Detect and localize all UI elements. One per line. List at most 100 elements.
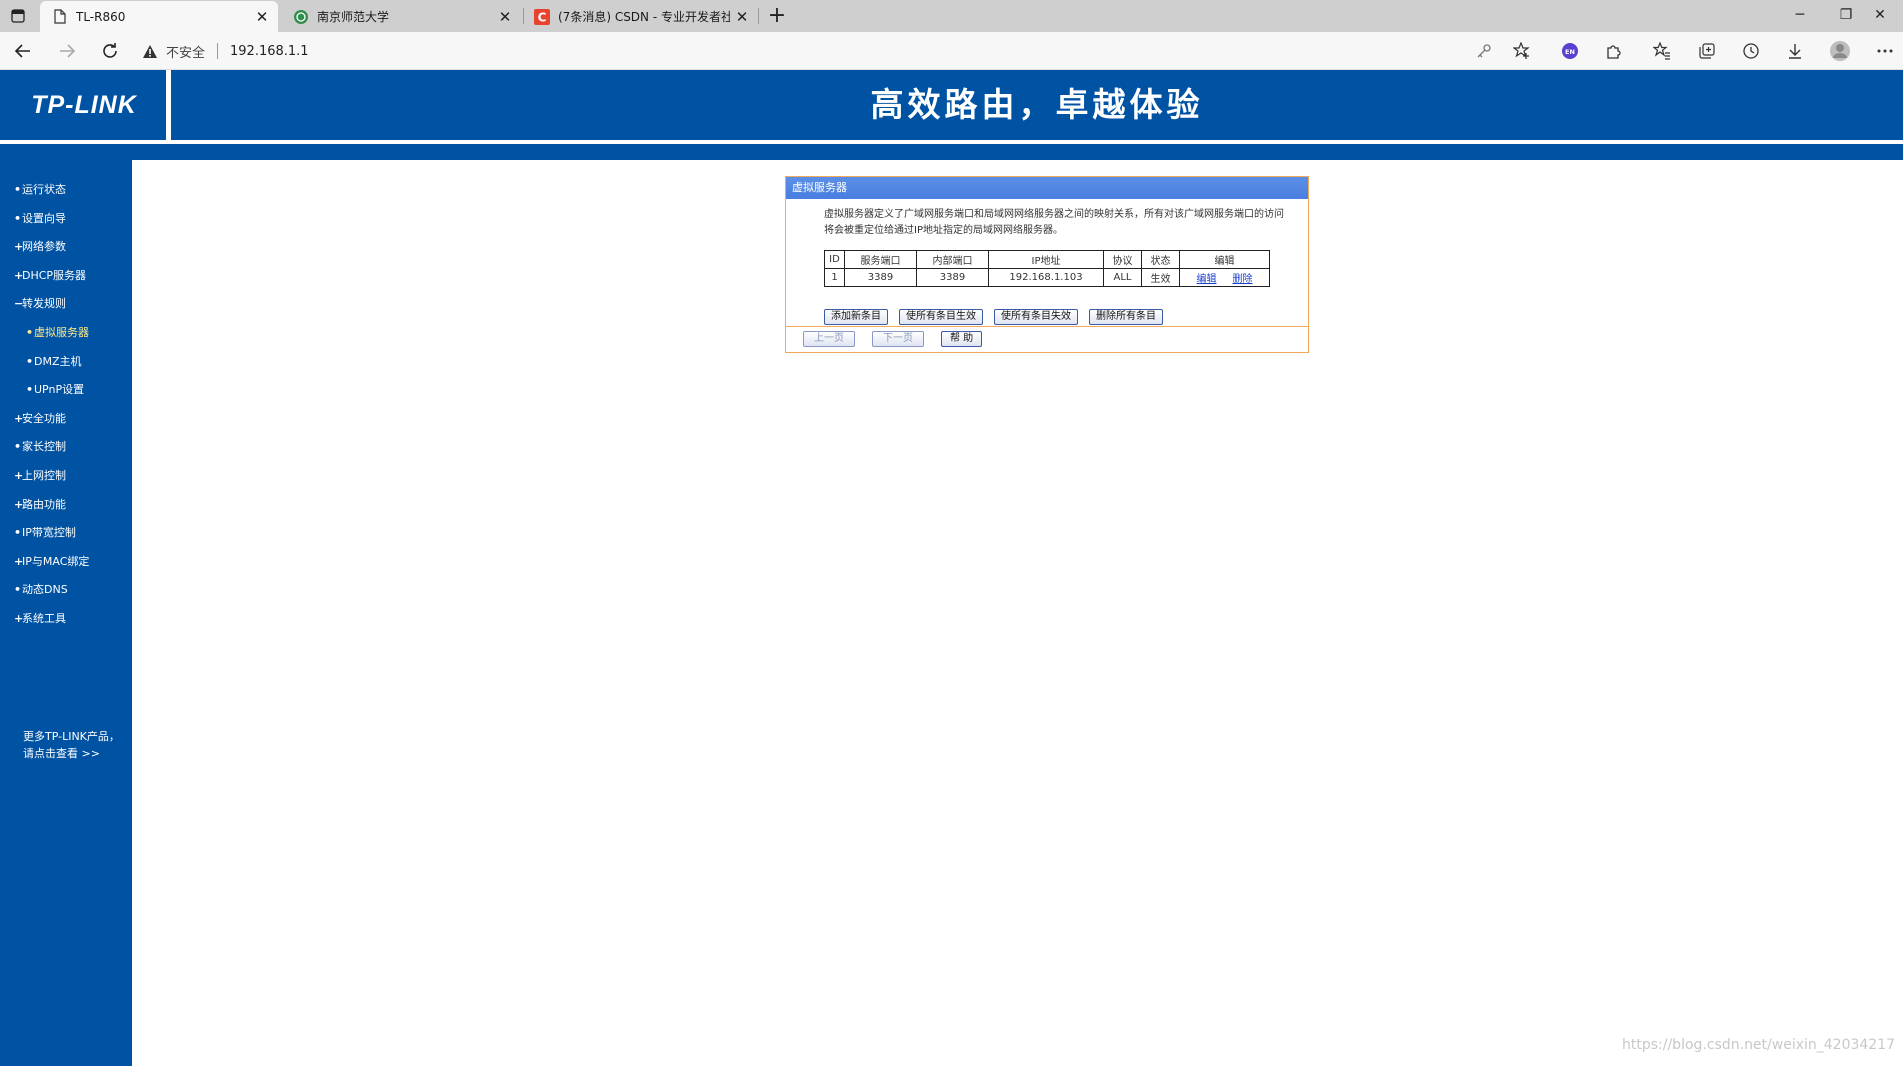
tab-separator (758, 8, 759, 24)
menu-bullet: • (26, 326, 34, 339)
profile-avatar-icon[interactable] (1829, 40, 1851, 62)
menu-bullet: + (14, 269, 24, 282)
sidebar-item[interactable]: •虚拟服务器 (26, 324, 89, 342)
sidebar-menu: •运行状态 •设置向导 +网络参数 +DHCP服务器 −转发规则 •虚拟服务器 •DMZ主机… (0, 160, 132, 1066)
menu-bullet: • (14, 183, 22, 196)
sidebar-item[interactable]: +路由功能 (14, 496, 66, 514)
edit-link[interactable]: 编辑 (1197, 274, 1217, 285)
close-tab-icon[interactable]: ✕ (250, 8, 274, 26)
content-corner (132, 160, 162, 190)
close-tab-icon[interactable]: ✕ (493, 8, 517, 26)
sidebar-item[interactable]: •IP带宽控制 (14, 524, 76, 542)
extensions-icon[interactable] (1603, 40, 1625, 62)
more-products-link[interactable]: 更多TP-LINK产品， 请点击查看 >> (23, 728, 120, 762)
close-tab-icon[interactable]: ✕ (730, 8, 754, 26)
sidebar-item[interactable]: •UPnP设置 (26, 381, 84, 399)
more-products-line1: 更多TP-LINK产品， (23, 730, 120, 743)
svg-text:C: C (538, 10, 547, 24)
tab-actions-icon[interactable] (6, 6, 30, 26)
menu-bullet: • (14, 440, 22, 453)
delete-all-button[interactable]: 删除所有条目 (1089, 309, 1163, 325)
back-icon[interactable] (10, 39, 36, 63)
download-icon[interactable] (1784, 40, 1806, 62)
column-header: ID (824, 250, 845, 269)
column-header: 内部端口 (916, 250, 989, 269)
url-text[interactable]: 192.168.1.1 (230, 44, 309, 59)
panel-footer: 上一页 下一页 帮 助 (786, 326, 1308, 352)
disable-all-button[interactable]: 使所有条目失效 (994, 309, 1078, 325)
sidebar-item[interactable]: +安全功能 (14, 410, 66, 428)
sidebar-item-label: 转发规则 (22, 297, 66, 310)
next-page-button[interactable]: 下一页 (872, 331, 924, 347)
banner-strip (0, 144, 1903, 160)
address-divider (217, 43, 219, 59)
menu-bullet: + (14, 412, 24, 425)
enable-all-button[interactable]: 使所有条目生效 (899, 309, 983, 325)
column-header: 状态 (1141, 250, 1180, 269)
router-admin-page: TP-LINK 高效路由，卓越体验 •运行状态 •设置向导 +网络参数 +DHCP服务… (0, 70, 1903, 1066)
sidebar-item-label: UPnP设置 (34, 383, 85, 396)
header-slogan: 高效路由，卓越体验 (870, 85, 1204, 124)
prev-page-button[interactable]: 上一页 (803, 331, 855, 347)
address-toolbar: 不安全 192.168.1.1 EN (0, 32, 1903, 70)
header-banner: TP-LINK 高效路由，卓越体验 (0, 70, 1903, 140)
warning-icon[interactable] (142, 44, 158, 59)
sidebar-item[interactable]: •动态DNS (14, 581, 68, 599)
panel-title: 虚拟服务器 (786, 177, 1308, 199)
collections-icon[interactable] (1696, 40, 1718, 62)
sidebar-item-label: 设置向导 (22, 212, 66, 225)
cell-ip-address: 192.168.1.103 (988, 268, 1104, 287)
sidebar-item[interactable]: •DMZ主机 (26, 353, 82, 371)
table-header-row: ID 服务端口 内部端口 IP地址 协议 状态 编辑 (824, 250, 1270, 269)
sidebar-item[interactable]: +IP与MAC绑定 (14, 553, 89, 571)
watermark: https://blog.csdn.net/weixin_42034217 (1622, 1037, 1896, 1053)
sidebar-item-label: 运行状态 (22, 183, 66, 196)
sidebar-item-label: 路由功能 (22, 498, 66, 511)
tab-tl-r860[interactable]: TL-R860 ✕ (40, 1, 278, 32)
sidebar-item[interactable]: •设置向导 (14, 210, 66, 228)
forward-icon[interactable] (54, 39, 80, 63)
minimize-icon[interactable]: ─ (1777, 0, 1823, 30)
security-status[interactable]: 不安全 (166, 42, 205, 61)
csdn-icon: C (534, 8, 550, 25)
sidebar-item[interactable]: +DHCP服务器 (14, 267, 86, 285)
column-header: 编辑 (1179, 250, 1270, 269)
menu-bullet: + (14, 555, 24, 568)
sidebar-item[interactable]: +上网控制 (14, 467, 66, 485)
tab-csdn[interactable]: C (7条消息) CSDN - 专业开发者社 ✕ (522, 1, 758, 32)
university-icon (293, 9, 309, 25)
virtual-server-panel: 虚拟服务器 虚拟服务器定义了广域网服务端口和局域网网络服务器之间的映射关系，所有… (785, 176, 1309, 353)
sidebar-item[interactable]: +系统工具 (14, 610, 66, 628)
new-tab-button[interactable]: + (763, 2, 791, 30)
key-icon[interactable] (1473, 40, 1495, 62)
sidebar-item[interactable]: •运行状态 (14, 181, 66, 199)
more-options-icon[interactable] (1874, 40, 1896, 62)
close-window-icon[interactable]: ✕ (1857, 0, 1903, 30)
sidebar-item[interactable]: •家长控制 (14, 438, 66, 456)
tab-title: TL-R860 (76, 9, 126, 24)
reload-icon[interactable] (97, 39, 123, 63)
page-icon (52, 9, 68, 25)
add-favorite-icon[interactable] (1511, 40, 1533, 62)
panel-body: 虚拟服务器定义了广域网服务端口和局域网网络服务器之间的映射关系，所有对该广域网服… (786, 199, 1308, 327)
panel-description: 虚拟服务器定义了广域网服务端口和局域网网络服务器之间的映射关系，所有对该广域网服… (824, 209, 1284, 236)
menu-bullet: − (14, 297, 24, 310)
tp-link-logo: TP-LINK (31, 90, 137, 119)
delete-link[interactable]: 删除 (1233, 274, 1253, 285)
column-header: IP地址 (988, 250, 1104, 269)
cell-internal-port: 3389 (916, 268, 989, 287)
add-entry-button[interactable]: 添加新条目 (824, 309, 888, 325)
cell-protocol: ALL (1103, 268, 1142, 287)
sidebar-item[interactable]: −转发规则 (14, 295, 66, 313)
menu-bullet: • (26, 355, 34, 368)
tab-njnu[interactable]: 南京师范大学 ✕ (281, 1, 521, 32)
sidebar-item[interactable]: +网络参数 (14, 238, 66, 256)
address-bar[interactable]: 不安全 192.168.1.1 (142, 38, 309, 64)
translate-extension-icon[interactable]: EN (1559, 40, 1581, 62)
virtual-server-table: ID 服务端口 内部端口 IP地址 协议 状态 编辑 1 3389 3389 1 (824, 250, 1270, 287)
favorites-icon[interactable] (1651, 40, 1673, 62)
history-icon[interactable] (1740, 40, 1762, 62)
cell-edit-actions: 编辑 删除 (1179, 268, 1270, 287)
cell-status: 生效 (1141, 268, 1180, 287)
help-button[interactable]: 帮 助 (941, 331, 983, 347)
